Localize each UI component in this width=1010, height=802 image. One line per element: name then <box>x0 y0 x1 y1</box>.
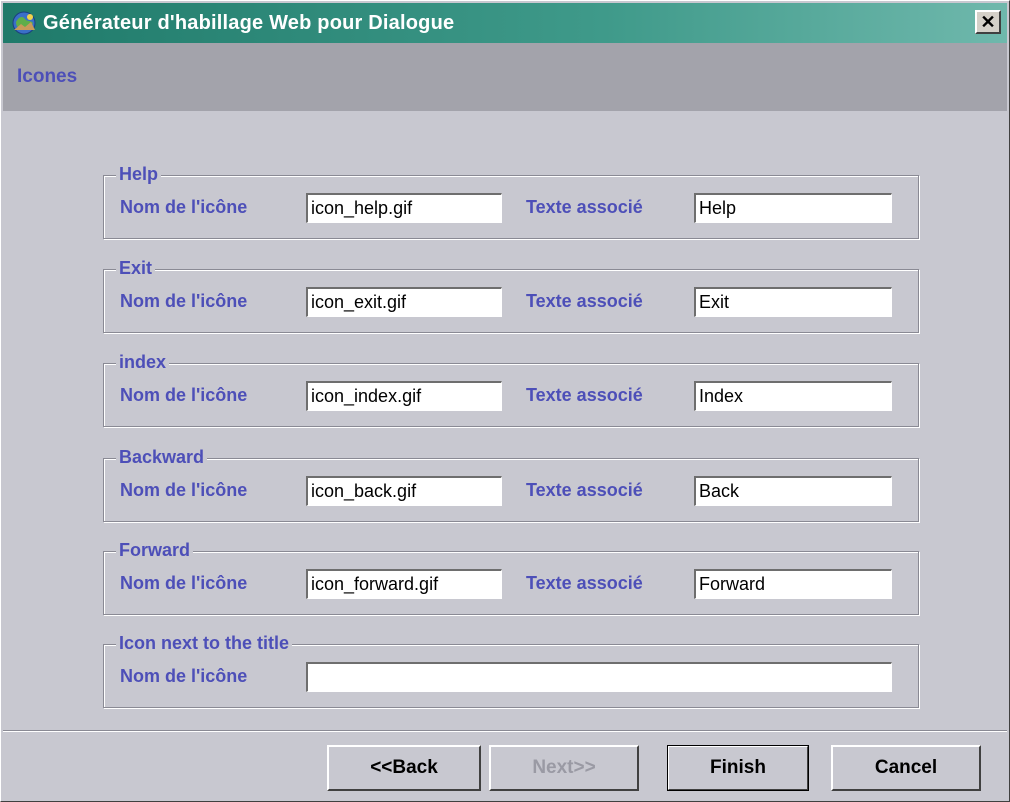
help-text-field[interactable]: Help <box>694 193 892 223</box>
group-legend: index <box>116 351 170 373</box>
backward-icon-name-field[interactable]: icon_back.gif <box>306 476 502 506</box>
icon-name-label: Nom de l'icône <box>120 291 248 311</box>
close-icon: ✕ <box>980 12 996 32</box>
group-help: Help Nom de l'icône icon_help.gif Texte … <box>103 163 919 239</box>
associated-text-label: Texte associé <box>526 197 643 217</box>
associated-text-label: Texte associé <box>526 480 643 500</box>
group-legend: Icon next to the title <box>116 632 293 654</box>
associated-text-label: Texte associé <box>526 573 643 593</box>
exit-icon-name-field[interactable]: icon_exit.gif <box>306 287 502 317</box>
icon-name-label: Nom de l'icône <box>120 573 248 593</box>
group-title-icon: Icon next to the title Nom de l'icône <box>103 632 919 708</box>
icon-settings-panel: Help Nom de l'icône icon_help.gif Texte … <box>3 111 1007 723</box>
group-legend: Help <box>116 163 162 185</box>
forward-icon-name-field[interactable]: icon_forward.gif <box>306 569 502 599</box>
close-button[interactable]: ✕ <box>975 10 1001 34</box>
group-forward: Forward Nom de l'icône icon_forward.gif … <box>103 539 919 615</box>
help-icon-name-field[interactable]: icon_help.gif <box>306 193 502 223</box>
app-icon <box>11 10 37 36</box>
index-text-field[interactable]: Index <box>694 381 892 411</box>
forward-text-field[interactable]: Forward <box>694 569 892 599</box>
section-title: Icones <box>17 66 78 87</box>
icon-name-label: Nom de l'icône <box>120 385 248 405</box>
cancel-button[interactable]: Cancel <box>831 745 981 791</box>
group-index: index Nom de l'icône icon_index.gif Text… <box>103 351 919 427</box>
title-bar[interactable]: Générateur d'habillage Web pour Dialogue… <box>3 3 1007 43</box>
group-backward: Backward Nom de l'icône icon_back.gif Te… <box>103 446 919 522</box>
icon-name-label: Nom de l'icône <box>120 480 248 500</box>
associated-text-label: Texte associé <box>526 291 643 311</box>
group-legend: Backward <box>116 446 208 468</box>
section-header: Icones <box>3 43 1007 111</box>
group-legend: Exit <box>116 257 156 279</box>
dialog-window: Générateur d'habillage Web pour Dialogue… <box>0 0 1010 802</box>
icon-name-label: Nom de l'icône <box>120 666 248 686</box>
finish-button[interactable]: Finish <box>667 745 809 791</box>
icon-name-label: Nom de l'icône <box>120 197 248 217</box>
backward-text-field[interactable]: Back <box>694 476 892 506</box>
exit-text-field[interactable]: Exit <box>694 287 892 317</box>
back-button[interactable]: <<Back <box>327 745 481 791</box>
group-exit: Exit Nom de l'icône icon_exit.gif Texte … <box>103 257 919 333</box>
window-title: Générateur d'habillage Web pour Dialogue <box>43 11 455 34</box>
next-button[interactable]: Next>> <box>489 745 639 791</box>
title-icon-name-field[interactable] <box>306 662 892 692</box>
associated-text-label: Texte associé <box>526 385 643 405</box>
group-legend: Forward <box>116 539 194 561</box>
button-separator <box>3 730 1007 732</box>
index-icon-name-field[interactable]: icon_index.gif <box>306 381 502 411</box>
